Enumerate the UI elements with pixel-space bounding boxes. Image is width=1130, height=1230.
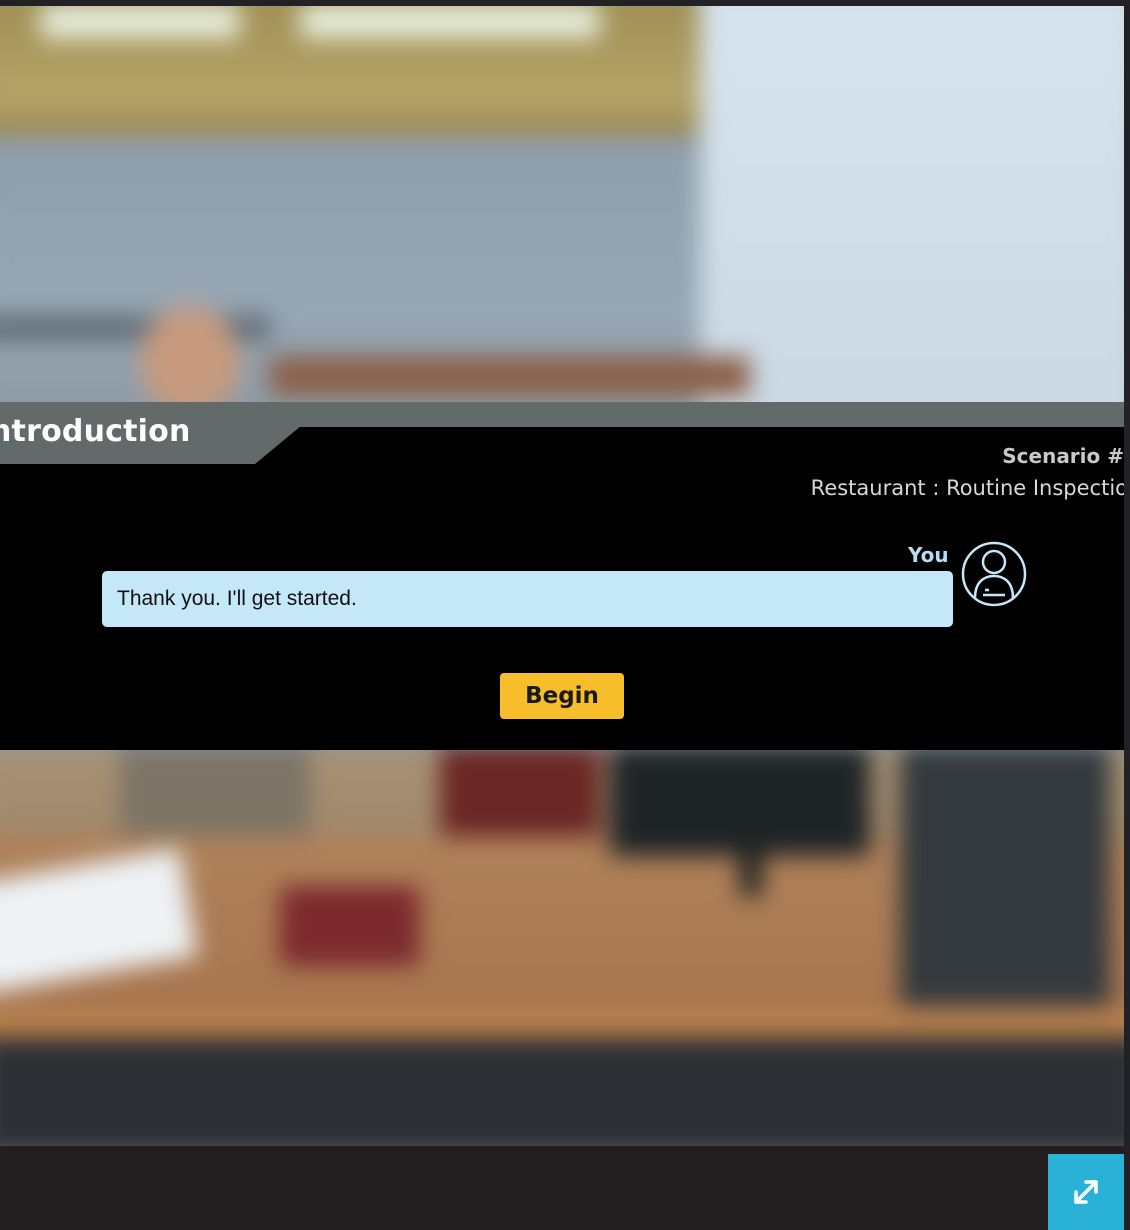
- right-edge: [1124, 0, 1130, 1230]
- side-wall: [700, 6, 1124, 446]
- bottom-bar: [0, 1146, 1130, 1230]
- fullscreen-button[interactable]: [1048, 1154, 1124, 1230]
- speaker-name: You: [908, 543, 949, 567]
- dialog-title: ntroduction: [0, 414, 191, 449]
- cabinet: [270, 356, 750, 396]
- desk-edge: [0, 1016, 1124, 1036]
- computer-tower: [900, 746, 1110, 1006]
- user-avatar-icon: [961, 541, 1027, 607]
- scenario-label: Scenario #: [1002, 444, 1124, 468]
- character-head: [140, 306, 240, 416]
- title-tab: ntroduction: [0, 402, 300, 464]
- ceiling-light: [300, 6, 600, 38]
- ceiling-light: [40, 6, 240, 38]
- desk-front: [0, 1036, 1124, 1146]
- expand-fullscreen-icon: [1074, 1180, 1098, 1204]
- begin-button[interactable]: Begin: [500, 673, 624, 719]
- desk-device: [280, 886, 420, 966]
- dialog-panel: ntroduction Scenario # Restaurant : Rout…: [0, 402, 1128, 750]
- monitor: [610, 746, 870, 856]
- monitor-stand: [740, 846, 762, 896]
- scenario-name: Restaurant : Routine Inspectio: [810, 476, 1128, 500]
- message-bubble: Thank you. I'll get started.: [102, 571, 953, 627]
